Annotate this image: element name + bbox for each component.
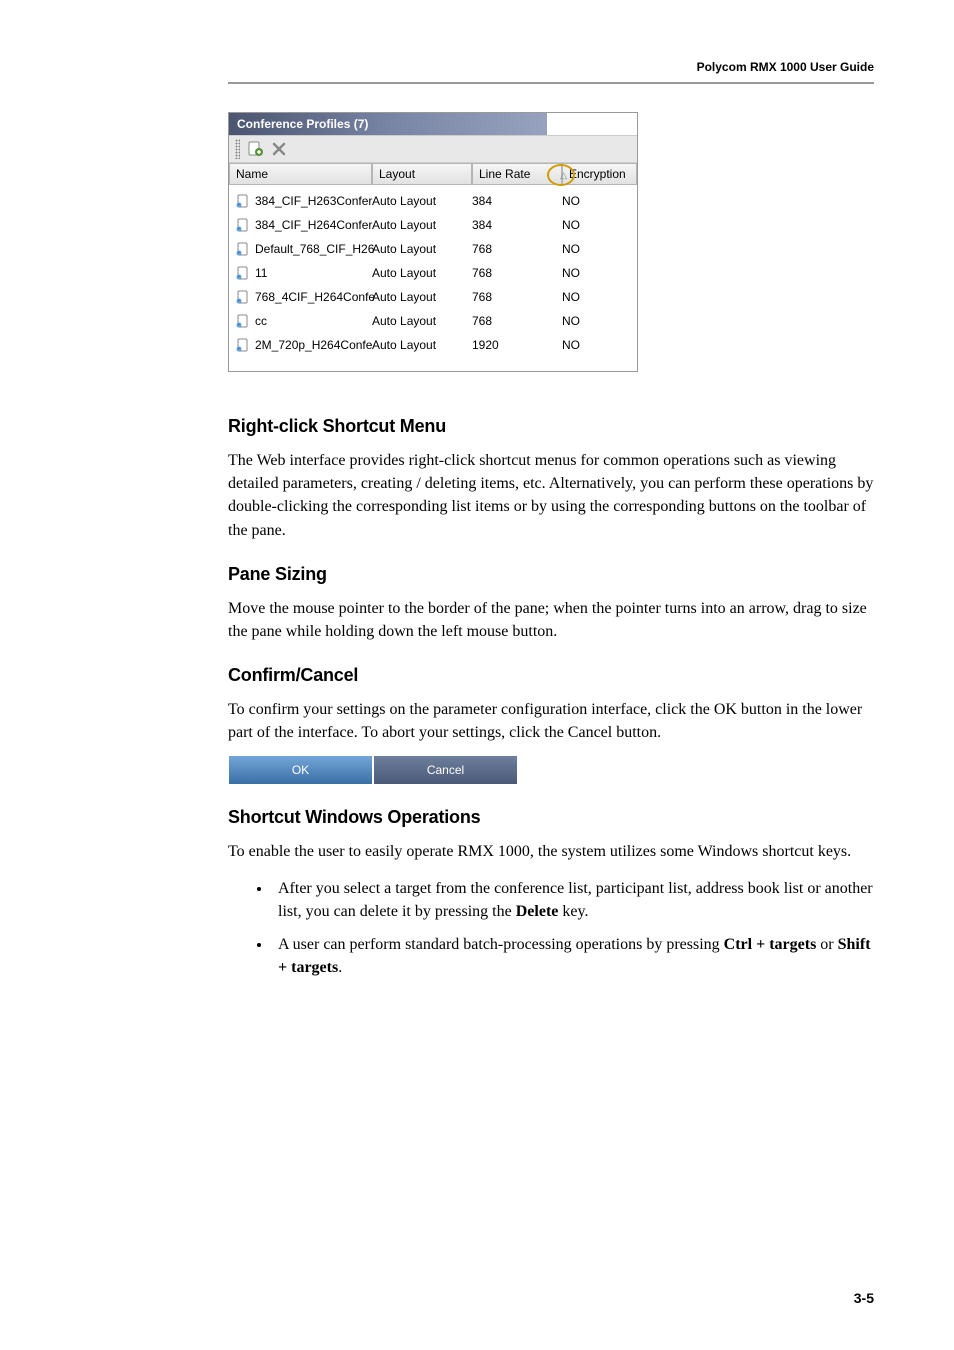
row-name: 384_CIF_H264Confer: [255, 218, 372, 232]
row-encryption: NO: [562, 338, 631, 352]
profile-icon: [235, 265, 251, 281]
row-encryption: NO: [562, 290, 631, 304]
col-header-rate[interactable]: Line Rate △: [472, 163, 562, 185]
table-row[interactable]: 384_CIF_H263ConferAuto Layout384NO: [229, 189, 637, 213]
row-encryption: NO: [562, 194, 631, 208]
list-item: A user can perform standard batch-proces…: [272, 933, 874, 979]
table-row[interactable]: cc Auto Layout768NO: [229, 309, 637, 333]
body-right-click: The Web interface provides right-click s…: [228, 449, 874, 542]
row-name: cc: [255, 314, 267, 328]
row-name: 11: [255, 266, 267, 280]
ok-button[interactable]: OK: [229, 756, 374, 784]
row-name: Default_768_CIF_H26: [255, 242, 374, 256]
profile-icon: [235, 193, 251, 209]
toolbar-grip-icon: [235, 139, 240, 159]
body-pane-sizing: Move the mouse pointer to the border of …: [228, 597, 874, 643]
row-layout: Auto Layout: [372, 242, 472, 256]
profile-icon: [235, 241, 251, 257]
page-number: 3-5: [854, 1290, 874, 1306]
page-header: Polycom RMX 1000 User Guide: [228, 60, 874, 74]
row-rate: 384: [472, 218, 562, 232]
profile-icon: [235, 337, 251, 353]
new-profile-icon[interactable]: [246, 140, 264, 158]
row-name: 768_4CIF_H264Confe: [255, 290, 375, 304]
row-rate: 768: [472, 314, 562, 328]
row-rate: 384: [472, 194, 562, 208]
heading-right-click: Right-click Shortcut Menu: [228, 416, 874, 437]
row-layout: Auto Layout: [372, 314, 472, 328]
row-rate: 768: [472, 242, 562, 256]
col-header-name[interactable]: Name: [229, 163, 372, 185]
row-encryption: NO: [562, 218, 631, 232]
table-row[interactable]: 11 Auto Layout768NO: [229, 261, 637, 285]
row-encryption: NO: [562, 242, 631, 256]
panel-title-bar: Conference Profiles (7): [229, 113, 637, 135]
row-name: 384_CIF_H263Confer: [255, 194, 372, 208]
ok-cancel-bar: OK Cancel: [228, 755, 518, 785]
profile-icon: [235, 289, 251, 305]
table-row[interactable]: 768_4CIF_H264ConfeAuto Layout768NO: [229, 285, 637, 309]
row-encryption: NO: [562, 266, 631, 280]
col-header-layout[interactable]: Layout: [372, 163, 472, 185]
panel-toolbar: [229, 135, 637, 163]
shortcut-bullets: After you select a target from the confe…: [228, 877, 874, 980]
col-header-encryption[interactable]: Encryption: [562, 163, 637, 185]
heading-confirm-cancel: Confirm/Cancel: [228, 665, 874, 686]
body-shortcut: To enable the user to easily operate RMX…: [228, 840, 874, 863]
row-rate: 768: [472, 290, 562, 304]
row-layout: Auto Layout: [372, 218, 472, 232]
list-body: 384_CIF_H263ConferAuto Layout384NO384_CI…: [229, 185, 637, 371]
delete-icon[interactable]: [270, 140, 288, 158]
row-name: 2M_720p_H264Confe: [255, 338, 372, 352]
cancel-button[interactable]: Cancel: [374, 756, 517, 784]
row-layout: Auto Layout: [372, 194, 472, 208]
heading-shortcut: Shortcut Windows Operations: [228, 807, 874, 828]
row-layout: Auto Layout: [372, 266, 472, 280]
profile-icon: [235, 313, 251, 329]
row-layout: Auto Layout: [372, 290, 472, 304]
conference-profiles-panel: Conference Profiles (7) Name Layout Li: [228, 112, 638, 372]
table-row[interactable]: 384_CIF_H264ConferAuto Layout384NO: [229, 213, 637, 237]
list-header: Name Layout Line Rate △ Encryption: [229, 163, 637, 185]
body-confirm-cancel: To confirm your settings on the paramete…: [228, 698, 874, 744]
heading-pane-sizing: Pane Sizing: [228, 564, 874, 585]
row-rate: 1920: [472, 338, 562, 352]
list-item: After you select a target from the confe…: [272, 877, 874, 923]
profile-icon: [235, 217, 251, 233]
row-encryption: NO: [562, 314, 631, 328]
sort-triangle-icon: △: [560, 170, 567, 181]
panel-title-text: Conference Profiles (7): [237, 117, 368, 131]
row-layout: Auto Layout: [372, 338, 472, 352]
table-row[interactable]: Default_768_CIF_H26Auto Layout768NO: [229, 237, 637, 261]
row-rate: 768: [472, 266, 562, 280]
col-header-rate-label: Line Rate: [479, 167, 530, 181]
header-rule: [228, 82, 874, 84]
table-row[interactable]: 2M_720p_H264ConfeAuto Layout1920NO: [229, 333, 637, 357]
